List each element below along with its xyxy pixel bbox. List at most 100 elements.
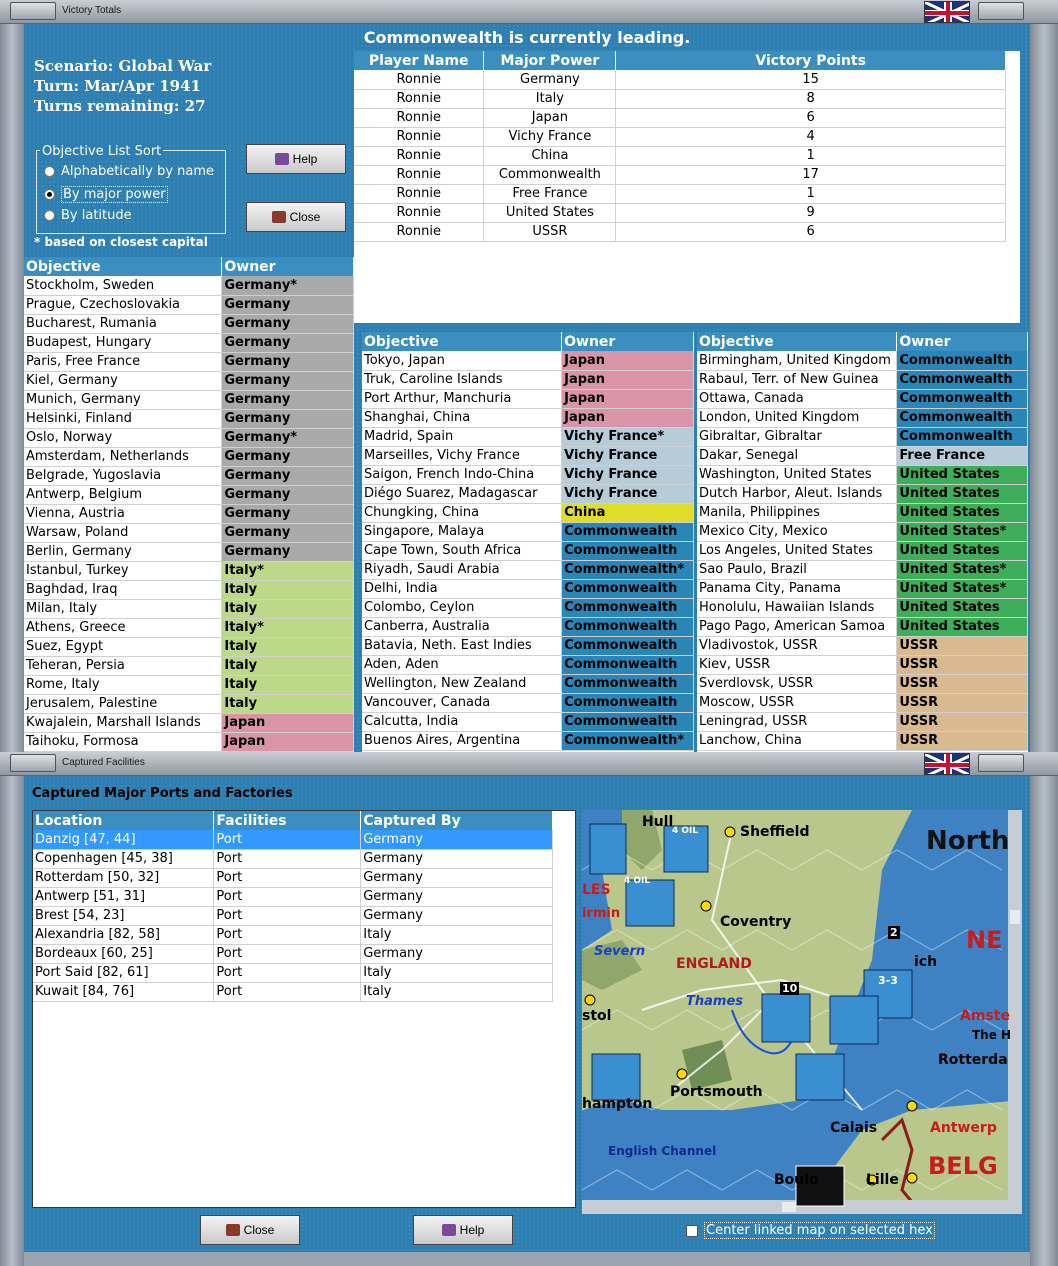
vp-row[interactable]: Ronnie Commonwealth 17 [354,165,1006,185]
objective-row[interactable]: Los Angeles, United States United States [697,541,1028,561]
objective-row[interactable]: Prague, Czechoslovakia Germany [24,295,354,315]
vp-row[interactable]: Ronnie Vichy France 4 [354,127,1006,147]
objective-row[interactable]: Diégo Suarez, Madagascar Vichy France [362,484,694,504]
vp-row[interactable]: Ronnie USSR 6 [354,222,1006,242]
objective-row[interactable]: Wellington, New Zealand Commonwealth [362,674,694,694]
col-captured-by[interactable]: Captured By [360,811,553,830]
objective-row[interactable]: Cape Town, South Africa Commonwealth [362,541,694,561]
sort-alphabetical-radio[interactable]: Alphabetically by name [44,164,214,179]
vp-row[interactable]: Ronnie China 1 [354,146,1006,166]
col-objective[interactable]: Objective [362,332,563,351]
col-player-name[interactable]: Player Name [354,51,485,70]
objective-row[interactable]: Truk, Caroline Islands Japan [362,370,694,390]
objective-row[interactable]: Oslo, Norway Germany* [24,428,354,448]
objective-row[interactable]: Pago Pago, American Samoa United States [697,617,1028,637]
col-facilities[interactable]: Facilities [213,811,362,830]
objective-row[interactable]: Calcutta, India Commonwealth [362,712,694,732]
objective-row[interactable]: Washington, United States United States [697,465,1028,485]
objective-row[interactable]: Warsaw, Poland Germany [24,523,354,543]
objective-row[interactable]: Sao Paulo, Brazil United States* [697,560,1028,580]
col-owner[interactable]: Owner [221,257,354,276]
objective-row[interactable]: Istanbul, Turkey Italy* [24,561,354,581]
captured-row[interactable]: Brest [54, 23] Port Germany [33,906,553,926]
col-location[interactable]: Location [33,811,215,830]
help-button[interactable]: Help [413,1215,513,1245]
sort-by-major-power-radio[interactable]: By major power [44,186,168,203]
objective-row[interactable]: Gibraltar, Gibraltar Commonwealth [697,427,1028,447]
objective-row[interactable]: Belgrade, Yugoslavia Germany [24,466,354,486]
objective-row[interactable]: Berlin, Germany Germany [24,542,354,562]
objective-row[interactable]: Baghdad, Iraq Italy [24,580,354,600]
vp-row[interactable]: Ronnie Japan 6 [354,108,1006,128]
objective-row[interactable]: Shanghai, China Japan [362,408,694,428]
vp-row[interactable]: Ronnie Free France 1 [354,184,1006,204]
vp-row[interactable]: Ronnie United States 9 [354,203,1006,223]
captured-row[interactable]: Copenhagen [45, 38] Port Germany [33,849,553,869]
objective-row[interactable]: Tokyo, Japan Japan [362,351,694,371]
objective-row[interactable]: Sverdlovsk, USSR USSR [697,674,1028,694]
objective-row[interactable]: Rabaul, Terr. of New Guinea Commonwealth [697,370,1028,390]
objective-row[interactable]: Kwajalein, Marshall Islands Japan [24,713,354,733]
help-button[interactable]: Help [246,144,346,174]
objective-row[interactable]: Honolulu, Hawaiian Islands United States [697,598,1028,618]
objective-row[interactable]: Amsterdam, Netherlands Germany [24,447,354,467]
restore-button[interactable] [978,754,1024,772]
objective-row[interactable]: Moscow, USSR USSR [697,693,1028,713]
objective-row[interactable]: Vancouver, Canada Commonwealth [362,693,694,713]
col-owner[interactable]: Owner [896,332,1028,351]
objective-row[interactable]: Delhi, India Commonwealth [362,579,694,599]
objective-row[interactable]: London, United Kingdom Commonwealth [697,408,1028,428]
objective-row[interactable]: Budapest, Hungary Germany [24,333,354,353]
objective-row[interactable]: Saigon, French Indo-China Vichy France [362,465,694,485]
objective-row[interactable]: Munich, Germany Germany [24,390,354,410]
objective-row[interactable]: Panama City, Panama United States* [697,579,1028,599]
captured-row[interactable]: Kuwait [84, 76] Port Italy [33,982,553,1002]
objective-row[interactable]: Chungking, China China [362,503,694,523]
captured-row[interactable]: Antwerp [51, 31] Port Germany [33,887,553,907]
objective-row[interactable]: Marseilles, Vichy France Vichy France [362,446,694,466]
objective-row[interactable]: Manila, Philippines United States [697,503,1028,523]
objective-row[interactable]: Birmingham, United Kingdom Commonwealth [697,351,1028,371]
captured-row[interactable]: Bordeaux [60, 25] Port Germany [33,944,553,964]
restore-button[interactable] [978,2,1024,20]
captured-row[interactable]: Alexandria [82, 58] Port Italy [33,925,553,945]
col-objective[interactable]: Objective [24,257,223,276]
close-button[interactable]: Close [246,202,346,232]
objective-row[interactable]: Paris, Free France Germany [24,352,354,372]
objective-row[interactable]: Rome, Italy Italy [24,675,354,695]
objective-row[interactable]: Bucharest, Rumania Germany [24,314,354,334]
captured-row[interactable]: Rotterdam [50, 32] Port Germany [33,868,553,888]
col-owner[interactable]: Owner [561,332,694,351]
objective-row[interactable]: Taihoku, Formosa Japan [24,732,354,752]
victory-totals-titlebar[interactable]: Victory Totals [0,0,1058,24]
col-objective[interactable]: Objective [697,332,898,351]
close-button[interactable]: Close [200,1215,300,1245]
objective-row[interactable]: Milan, Italy Italy [24,599,354,619]
sort-by-latitude-radio[interactable]: By latitude [44,208,132,223]
objective-row[interactable]: Batavia, Neth. East Indies Commonwealth [362,636,694,656]
objective-row[interactable]: Port Arthur, Manchuria Japan [362,389,694,409]
objective-row[interactable]: Singapore, Malaya Commonwealth [362,522,694,542]
objective-row[interactable]: Jerusalem, Palestine Italy [24,694,354,714]
objective-row[interactable]: Leningrad, USSR USSR [697,712,1028,732]
objective-row[interactable]: Madrid, Spain Vichy France* [362,427,694,447]
center-map-checkbox[interactable]: Center linked map on selected hex [686,1222,935,1239]
minimize-button[interactable] [10,754,56,772]
col-victory-points[interactable]: Victory Points [615,51,1006,70]
checkbox-box[interactable] [686,1224,698,1237]
objective-row[interactable]: Dakar, Senegal Free France [697,446,1028,466]
minimize-button[interactable] [10,2,56,20]
objective-row[interactable]: Kiev, USSR USSR [697,655,1028,675]
vp-row[interactable]: Ronnie Germany 15 [354,70,1006,90]
objective-row[interactable]: Teheran, Persia Italy [24,656,354,676]
objective-row[interactable]: Kiel, Germany Germany [24,371,354,391]
objective-row[interactable]: Vienna, Austria Germany [24,504,354,524]
captured-facilities-titlebar[interactable]: Captured Facilities [0,752,1058,776]
objective-row[interactable]: Athens, Greece Italy* [24,618,354,638]
objective-row[interactable]: Buenos Aires, Argentina Commonwealth* [362,731,694,751]
objective-row[interactable]: Aden, Aden Commonwealth [362,655,694,675]
objective-row[interactable]: Ottawa, Canada Commonwealth [697,389,1028,409]
objective-row[interactable]: Dutch Harbor, Aleut. Islands United State… [697,484,1028,504]
linked-map[interactable]: Hull Sheffield North LES irmin Coventry … [582,810,1022,1214]
objective-row[interactable]: Stockholm, Sweden Germany* [24,276,354,296]
